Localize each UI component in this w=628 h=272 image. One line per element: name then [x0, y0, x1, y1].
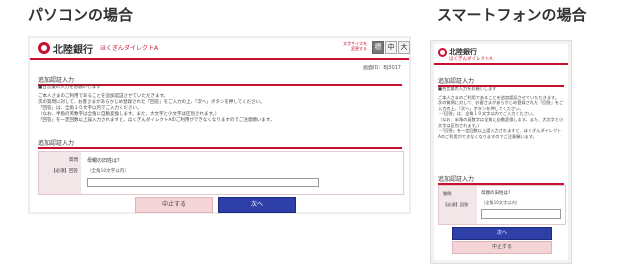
sp-header-divider	[434, 63, 568, 65]
pc-question-body: 母親の旧姓は？ （全角10文字以内）	[81, 152, 403, 194]
sp-answer-hint: （全角10文字以内）	[481, 200, 520, 205]
pc-answer-label: 【必須】回答	[51, 169, 78, 174]
pc-question-labels: 質問 【必須】回答	[39, 152, 81, 194]
pc-note-line: ■合言葉の入力をお願いします	[38, 85, 101, 90]
bank-logo-icon	[438, 48, 447, 57]
pc-question-row: 質問 【必須】回答 母親の旧姓は？ （全角10文字以内）	[38, 151, 404, 195]
smartphone-title: スマートフォンの場合	[437, 6, 587, 24]
sp-note-line: 次の質問に対して、お客さまがあらかじめ登録された「回答」をご入力の上、「次へ」ボ…	[438, 100, 564, 111]
pc-cancel-button[interactable]: 中止する	[135, 197, 213, 213]
smartphone-page: 北陸銀行 ほくぎんダイレクトA 追加認証入力 ■合言葉の入力をお願いします ご本…	[434, 44, 568, 260]
screen-id: 画面ID：BJ3017	[363, 65, 401, 71]
pc-header: 北陸銀行 ほくぎんダイレクトA 文字サイズを 変更する 標 中 大	[30, 38, 410, 58]
sp-question-labels: 質問 【必須】回答	[439, 186, 477, 224]
font-size-note: 文字サイズを 変更する	[325, 41, 367, 51]
header-divider	[30, 58, 409, 60]
pc-question-text: 母親の旧姓は？	[87, 158, 123, 164]
bank-logo-icon	[38, 42, 50, 54]
pc-bank-name: 北陸銀行	[53, 45, 93, 56]
sp-question-label: 質問	[443, 191, 452, 196]
pc-section-heading-2: 追加認証入力	[38, 138, 402, 149]
font-size-note-line-2: 変更する	[351, 46, 367, 51]
sp-notes: ■合言葉の入力をお願いします ご本人さまのご利用であることを追加認証させていただ…	[438, 86, 564, 139]
sp-note-line: ・「回答」を一定回数以上誤入力されますと、ほくぎんダイレクトAのご利用ができなく…	[438, 128, 562, 139]
pc-service-name: ほくぎんダイレクトA	[100, 45, 159, 52]
sp-answer-label: 【必須】回答	[443, 202, 469, 207]
sp-section-heading-2: 追加認証入力	[438, 174, 564, 185]
font-size-standard-button[interactable]: 標	[372, 41, 384, 54]
sp-cancel-button[interactable]: 中止する	[452, 241, 552, 254]
sp-service-name: ほくぎんダイレクトA	[449, 57, 493, 62]
smartphone-screen: 北陸銀行 ほくぎんダイレクトA 追加認証入力 ■合言葉の入力をお願いします ご本…	[430, 40, 572, 264]
sp-question-text: 母親の旧姓は？	[481, 191, 513, 196]
pc-question-label: 質問	[69, 158, 78, 163]
sp-note-line: （なお、半角の英数字は全角に自動変換します。また、大文字と小文字は区別されます。…	[438, 116, 564, 128]
pc-answer-input[interactable]	[87, 178, 319, 187]
pc-title: パソコンの場合	[28, 6, 134, 24]
sp-next-button[interactable]: 次へ	[452, 227, 552, 240]
pc-note-line: 「回答」を一定回数以上誤入力されますと、ほくぎんダイレクトAのご利用ができなくな…	[38, 118, 275, 123]
pc-page: 北陸銀行 ほくぎんダイレクトA 文字サイズを 変更する 標 中 大 画面ID：BJ…	[30, 38, 410, 213]
pc-screen: 北陸銀行 ほくぎんダイレクトA 文字サイズを 変更する 標 中 大 画面ID：BJ…	[28, 36, 411, 214]
pc-answer-hint: （全角10文字以内）	[87, 169, 129, 174]
sp-answer-input[interactable]	[481, 209, 561, 219]
pc-notes: ■合言葉の入力をお願いします ご本人さまのご利用であることを追加認証させていただ…	[38, 85, 402, 124]
sp-question-row: 質問 【必須】回答 母親の旧姓は？ （全角10文字以内）	[438, 185, 566, 225]
sp-question-body: 母親の旧姓は？ （全角10文字以内）	[477, 186, 565, 224]
font-size-large-button[interactable]: 大	[398, 41, 410, 54]
sp-note-line: ■合言葉の入力をお願いします	[438, 86, 497, 91]
font-size-medium-button[interactable]: 中	[385, 41, 397, 54]
pc-next-button[interactable]: 次へ	[218, 197, 296, 213]
